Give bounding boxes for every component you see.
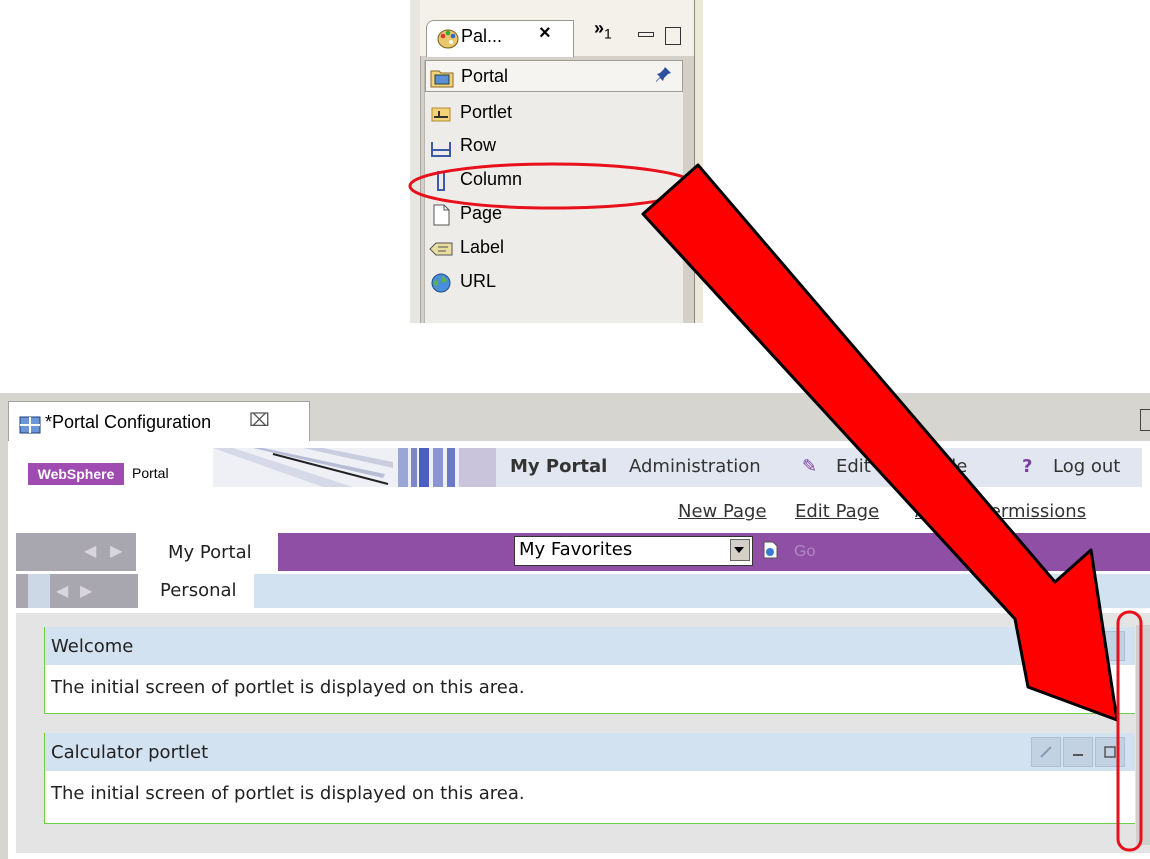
page-icon — [433, 204, 450, 226]
portal-configuration-editor: *Portal Configuration ⌧ WebSphere Portal — [0, 393, 1150, 859]
overflow-chevron: » — [594, 18, 605, 38]
subtab-scroll-left-icon[interactable]: ◀ — [56, 581, 68, 601]
assign-permissions-link[interactable]: Assign Permissions — [915, 501, 1086, 522]
label-icon — [429, 242, 453, 256]
palette-tab[interactable]: Pal... × — [426, 20, 574, 57]
palette-item-label: Portal — [461, 66, 509, 86]
maximize-portlet-icon[interactable] — [1095, 631, 1125, 661]
palette-item-label: Page — [460, 203, 503, 223]
palette-tab-close-icon[interactable]: × — [539, 22, 551, 45]
portal-page-tabbar: ◀ ▶ My Portal My Favorites Go — [16, 533, 1150, 571]
pin-icon[interactable] — [656, 66, 672, 82]
palette-item-label[interactable]: Label — [425, 232, 683, 264]
portlet-header: Calculator portlet — [45, 733, 1135, 771]
portlet-icon — [431, 107, 451, 122]
editor-tab[interactable]: *Portal Configuration ⌧ — [8, 401, 310, 442]
palette-item-label: Label — [460, 237, 505, 257]
nav-help[interactable]: ? — [1022, 456, 1032, 477]
url-globe-icon — [431, 273, 451, 293]
portlet-title: Welcome — [51, 636, 134, 657]
tab-scroll-right-icon[interactable]: ▶ — [110, 541, 122, 561]
tab-my-portal-label: My Portal — [168, 542, 252, 563]
tab-scroll-arrows[interactable]: ◀ ▶ — [16, 533, 136, 571]
portal-top-nav: My Portal Administration ✎ Edit my profi… — [496, 448, 1142, 487]
go-button[interactable]: Go — [794, 543, 815, 561]
palette-item-label: Row — [460, 135, 497, 155]
minimize-view-icon[interactable] — [638, 32, 654, 37]
portal-logo-suffix: Portal — [132, 465, 169, 481]
nav-administration[interactable]: Administration — [629, 456, 761, 477]
edit-page-link[interactable]: Edit Page — [795, 501, 879, 522]
edit-portlet-icon[interactable] — [1031, 631, 1061, 661]
portal-configuration-icon — [19, 416, 41, 434]
tab-my-portal[interactable]: My Portal — [136, 533, 278, 571]
maximize-view-icon[interactable] — [665, 27, 681, 45]
column-drop-target[interactable] — [1136, 625, 1150, 845]
view-overflow-chevron-icon[interactable]: »1 — [594, 18, 612, 42]
palette-item-page[interactable]: Page — [425, 198, 683, 230]
palette-icon — [437, 29, 459, 49]
go-page-icon[interactable] — [761, 541, 779, 559]
palette-tab-title: Pal... — [461, 26, 503, 46]
portal-canvas: WebSphere Portal My Portal Administratio… — [8, 441, 1150, 859]
subtab-scroll-arrows[interactable]: ◀ ▶ — [16, 574, 138, 608]
new-page-link[interactable]: New Page — [678, 501, 767, 522]
editor-tab-close-icon[interactable]: ⌧ — [249, 410, 270, 431]
favorites-select-value: My Favorites — [519, 539, 633, 560]
minimize-portlet-icon[interactable] — [1063, 631, 1093, 661]
palette-right-border — [694, 0, 703, 323]
subtab-spacer — [28, 574, 50, 608]
maximize-portlet-icon[interactable] — [1095, 737, 1125, 767]
favorites-select[interactable]: My Favorites — [514, 536, 753, 566]
subtab-scroll-right-icon[interactable]: ▶ — [80, 581, 92, 601]
banner-graphic — [213, 448, 498, 487]
palette-item-list: Portal Portlet Row Column Page Label URL — [424, 60, 683, 323]
portal-icon — [430, 70, 454, 88]
palette-item-url[interactable]: URL — [425, 266, 683, 298]
palette-item-label: URL — [460, 271, 497, 291]
row-icon — [431, 142, 451, 157]
portal-subpage-tabbar: ◀ ▶ Personal — [16, 574, 1150, 608]
portal-banner: WebSphere Portal My Portal Administratio… — [8, 445, 1150, 491]
portlet-calculator[interactable]: Calculator portlet The initial screen of… — [44, 733, 1135, 824]
portlet-body-text: The initial screen of portlet is display… — [51, 677, 525, 698]
maximize-editor-icon[interactable] — [1140, 409, 1150, 431]
nav-log-out[interactable]: Log out — [1053, 456, 1120, 477]
palette-item-label: Portlet — [460, 102, 513, 122]
chevron-down-icon[interactable] — [730, 539, 750, 561]
nav-my-portal[interactable]: My Portal — [510, 456, 607, 477]
palette-tab-row: Pal... × »1 — [420, 0, 695, 57]
nav-edit-profile[interactable]: Edit my profile — [836, 456, 967, 477]
page-layout-container: Welcome The initial screen of portlet is… — [16, 613, 1150, 853]
portlet-welcome[interactable]: Welcome The initial screen of portlet is… — [44, 627, 1135, 714]
editor-tab-title: *Portal Configuration — [45, 412, 212, 432]
palette-item-label: Column — [460, 169, 523, 189]
portlet-title: Calculator portlet — [51, 742, 209, 763]
websphere-logo: WebSphere — [28, 463, 124, 485]
column-icon — [437, 171, 445, 191]
palette-item-column[interactable]: Column — [425, 164, 683, 196]
portlet-header: Welcome — [45, 627, 1135, 665]
palette-drawer-portal[interactable]: Portal — [425, 60, 683, 92]
tab-personal-label: Personal — [160, 580, 237, 601]
edit-portlet-icon[interactable] — [1031, 737, 1061, 767]
palette-view: Pal... × »1 Portal Portlet Row Column Pa… — [410, 0, 703, 323]
tab-scroll-left-icon[interactable]: ◀ — [84, 541, 96, 561]
minimize-portlet-icon[interactable] — [1063, 737, 1093, 767]
wrench-icon: ✎ — [802, 456, 818, 477]
palette-item-portlet[interactable]: Portlet — [425, 97, 683, 129]
tab-personal[interactable]: Personal — [138, 574, 254, 608]
overflow-count: 1 — [604, 25, 612, 42]
portlet-body-text: The initial screen of portlet is display… — [51, 783, 525, 804]
palette-item-row[interactable]: Row — [425, 130, 683, 162]
